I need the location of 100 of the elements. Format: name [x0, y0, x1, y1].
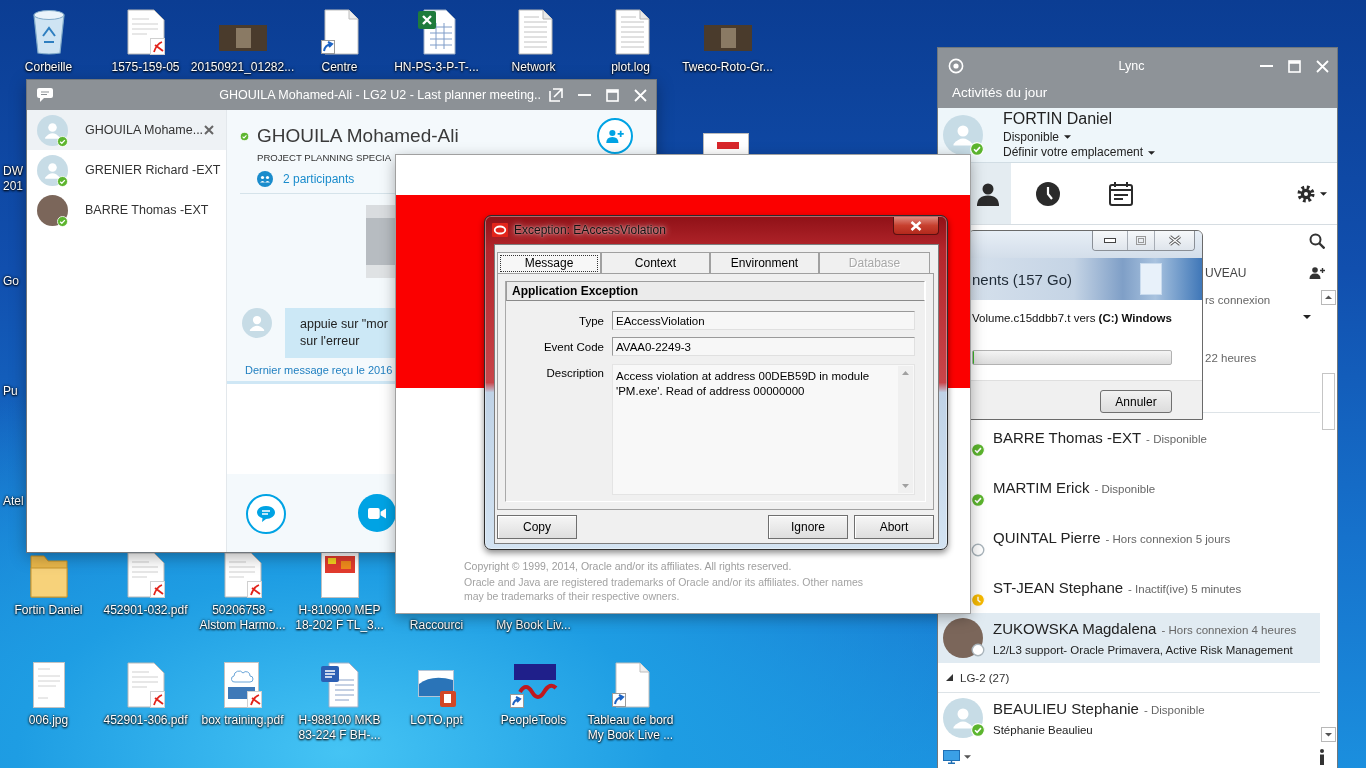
- logo-icon[interactable]: [509, 662, 558, 708]
- conversation-item[interactable]: GRENIER Richard -EXT: [27, 150, 226, 190]
- scroll-up-icon[interactable]: [1320, 290, 1336, 305]
- desktop-icon-label[interactable]: Go: [3, 274, 24, 289]
- add-contact-icon[interactable]: [1309, 266, 1325, 279]
- desktop-icon-label[interactable]: HN-PS-3-P-T-...: [394, 60, 479, 75]
- maximize-icon[interactable]: [1288, 59, 1301, 73]
- dialog-button[interactable]: Abort: [854, 515, 934, 539]
- conversation-item[interactable]: GHOUILA Mohame...: [27, 110, 226, 150]
- scroll-down-icon[interactable]: [1320, 727, 1336, 742]
- pdf-file-icon[interactable]: [126, 9, 165, 55]
- expand-triangle-icon[interactable]: [946, 674, 953, 681]
- caret-icon[interactable]: [1064, 135, 1072, 139]
- tab[interactable]: Context: [601, 252, 710, 273]
- pdf-file-icon[interactable]: [126, 552, 165, 598]
- contact-row[interactable]: QUINTAL Pierre - Hors connexion 5 jours: [938, 513, 1320, 563]
- message-bubble: appuie sur "mor sur l'erreur: [285, 308, 396, 358]
- group-name[interactable]: LG-2 (27): [960, 671, 1010, 684]
- caret-icon[interactable]: [1148, 150, 1156, 155]
- contact-status: - Inactif(ive) 5 minutes: [1128, 581, 1242, 597]
- screenshot-thumbnail[interactable]: [366, 205, 396, 278]
- pdf-file-icon[interactable]: [223, 552, 262, 598]
- avatar-icon: [37, 154, 68, 186]
- contact-row[interactable]: ZUKOWSKA Magdalena - Hors connexion 4 heures L2/L3 support- Oracle Primavera, Active Risk Management: [938, 613, 1320, 663]
- presence-status[interactable]: Disponible: [1003, 129, 1060, 145]
- contact-row[interactable]: MARTIM Erick - Disponible: [938, 463, 1320, 513]
- spreadsheet-file-icon[interactable]: [417, 9, 456, 55]
- logo-icon: [948, 58, 964, 74]
- pdf-file-icon[interactable]: [223, 662, 262, 708]
- text-field[interactable]: AVAA0-2249-3: [612, 337, 915, 356]
- desktop-icon-label[interactable]: 1575-159-05: [111, 60, 180, 75]
- participants-link[interactable]: 2 participants: [283, 172, 355, 186]
- document-icon[interactable]: [703, 133, 749, 155]
- group-name[interactable]: UVEAU: [1205, 265, 1247, 280]
- presence-icon: [57, 215, 68, 227]
- scroll-thumb[interactable]: [1321, 373, 1335, 430]
- desktop-icon-label[interactable]: Tweco-Roto-Gr...: [682, 60, 773, 75]
- info-icon[interactable]: [1319, 748, 1325, 765]
- chat-button[interactable]: [246, 494, 286, 534]
- contact-row[interactable]: ST-JEAN Stephane - Inactif(ive) 5 minutes: [938, 563, 1320, 613]
- maximize-icon: [1136, 236, 1146, 245]
- contact-name: MARTIM Erick: [993, 477, 1090, 498]
- search-icon[interactable]: [1309, 232, 1325, 249]
- image-file-icon[interactable]: [320, 552, 359, 598]
- tab[interactable]: Message: [497, 252, 601, 273]
- add-person-button[interactable]: [597, 118, 633, 154]
- desktop-icon-label[interactable]: Corbeille: [24, 60, 73, 75]
- speech-bubble-icon: [37, 88, 53, 102]
- cancel-button[interactable]: Annuler: [1100, 390, 1172, 413]
- contact-row[interactable]: BEAULIEU Stephanie - Disponible Stéphanie Beaulieu: [938, 693, 1320, 743]
- monitor-icon[interactable]: [943, 749, 960, 764]
- document-icon: [1140, 263, 1162, 295]
- close-icon: [910, 220, 922, 231]
- desktop-icon-label[interactable]: Atel: [3, 494, 24, 509]
- dialog-title: Exception: EAccessViolation: [514, 223, 666, 237]
- caret-icon[interactable]: [1303, 315, 1311, 319]
- desktop-icon-label[interactable]: Network: [511, 60, 556, 75]
- text-field[interactable]: EAccessViolation: [612, 311, 915, 330]
- section-header: Application Exception: [506, 281, 925, 301]
- dialog-button[interactable]: Ignore: [768, 515, 848, 539]
- settings-icon[interactable]: [1297, 184, 1315, 203]
- conversation-item[interactable]: BARRE Thomas -EXT: [27, 190, 226, 230]
- desktop-icon-label[interactable]: plot.log: [611, 60, 650, 75]
- desktop-icon-label[interactable]: Centre: [321, 60, 358, 75]
- video-call-button[interactable]: [358, 494, 396, 532]
- photo-placeholder: [37, 194, 68, 226]
- minimize-button[interactable]: [1093, 231, 1127, 250]
- shortcut-file-icon[interactable]: [320, 9, 359, 55]
- presence-icon: [971, 643, 985, 657]
- dialog-heading: nents (157 Go): [971, 270, 1073, 288]
- desktop-icon-label[interactable]: DW 201: [3, 164, 24, 194]
- contact-name: BEAULIEU Stephanie: [993, 698, 1139, 719]
- photo-placeholder[interactable]: [218, 25, 267, 51]
- dialog-button[interactable]: Copy: [497, 515, 577, 539]
- close-icon[interactable]: [204, 125, 214, 135]
- contact-name: QUINTAL Pierre: [993, 527, 1101, 548]
- contact-name: BARRE Thomas -EXT: [993, 427, 1142, 448]
- desktop-icon-label[interactable]: 20150921_01282...: [190, 60, 295, 75]
- folder-icon[interactable]: [29, 552, 68, 598]
- recycle-bin-icon[interactable]: [30, 9, 67, 55]
- speech-bubble-icon: [257, 506, 275, 522]
- word-file-icon[interactable]: [320, 662, 359, 708]
- minimize-icon: [1104, 238, 1116, 243]
- caret-icon[interactable]: [964, 754, 971, 759]
- contact-name: GRENIER Richard -EXT: [85, 163, 221, 177]
- contact-status: - Hors connexion 4 heures: [1161, 622, 1297, 638]
- group-icon[interactable]: [257, 171, 273, 187]
- photo-placeholder[interactable]: [703, 25, 752, 51]
- scrollbar[interactable]: [1320, 290, 1336, 742]
- description-field[interactable]: Access violation at address 00DEB59D in module 'PM.exe'. Read of address 00000000: [612, 364, 915, 495]
- tab[interactable]: Environment: [710, 252, 819, 273]
- desktop-icon-label[interactable]: Pu: [3, 384, 24, 399]
- contact-row[interactable]: BARRE Thomas -EXT - Disponible: [938, 413, 1320, 463]
- field-label: Event Code: [542, 340, 604, 353]
- location-link[interactable]: Définir votre emplacement: [1003, 145, 1144, 160]
- close-button[interactable]: [893, 217, 939, 235]
- pop-out-icon[interactable]: [549, 88, 563, 102]
- video-camera-icon: [368, 507, 386, 519]
- maximize-icon[interactable]: [606, 88, 619, 102]
- caret-icon[interactable]: [1320, 191, 1327, 196]
